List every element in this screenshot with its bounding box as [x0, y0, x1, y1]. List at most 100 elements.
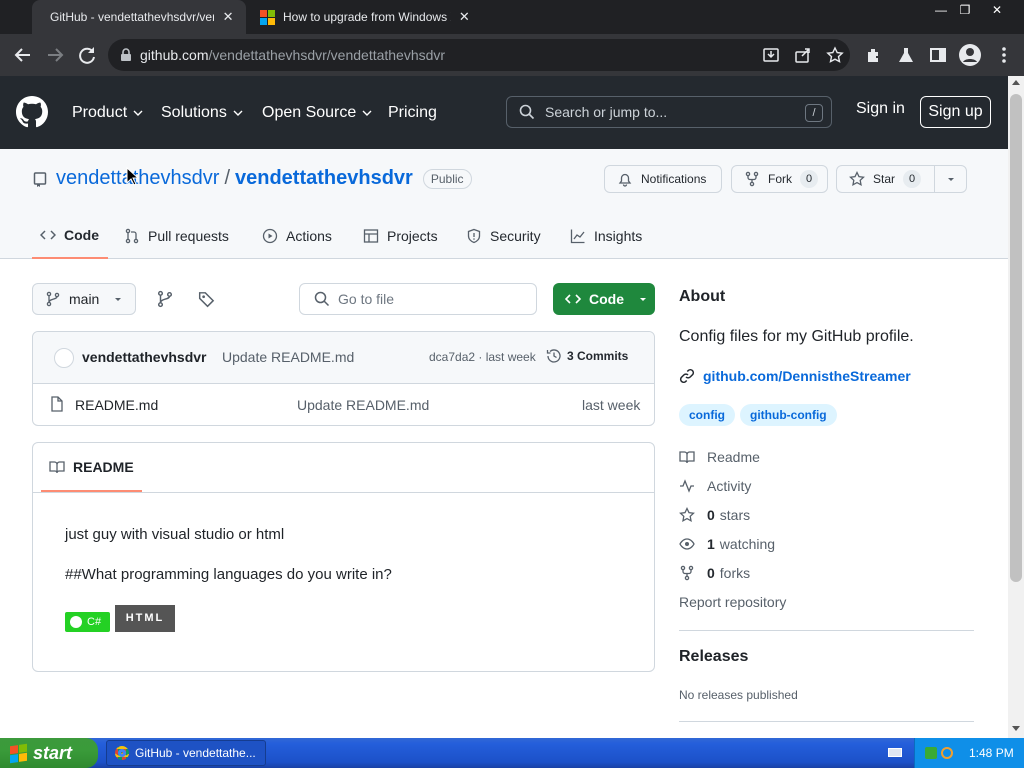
code-button[interactable]: Code [553, 283, 655, 315]
readme-tab[interactable]: README [41, 443, 142, 492]
topic-config[interactable]: config [679, 404, 735, 426]
vertical-scrollbar[interactable] [1008, 76, 1024, 738]
extensions-icon[interactable] [864, 45, 884, 65]
close-icon[interactable]: ✕ [457, 9, 472, 25]
tag-icon[interactable] [198, 290, 216, 308]
branches-icon[interactable] [156, 290, 174, 308]
close-icon[interactable]: ✕ [220, 9, 236, 25]
topic-github-config[interactable]: github-config [740, 404, 837, 426]
file-icon [51, 396, 63, 412]
link-icon [679, 368, 695, 384]
tab-github[interactable]: GitHub - vendettathevhsdvr/vendettathevh… [32, 0, 246, 34]
reload-icon[interactable] [76, 44, 98, 66]
search-input[interactable]: Search or jump to... / [506, 96, 832, 128]
sign-in-link[interactable]: Sign in [856, 100, 905, 118]
windows-flag-icon [10, 743, 27, 763]
tab-pull-requests[interactable]: Pull requests [124, 213, 229, 259]
start-button[interactable]: start [0, 738, 98, 768]
sidepanel-icon[interactable] [928, 45, 948, 65]
nav-open-source[interactable]: Open Source [262, 76, 372, 149]
repo-title: vendettathevhsdvr / vendettathevhsdvr Pu… [56, 167, 472, 190]
nav-solutions[interactable]: Solutions [161, 76, 243, 149]
repo-name-link[interactable]: vendettathevhsdvr [235, 167, 413, 190]
scroll-thumb[interactable] [1010, 94, 1022, 582]
search-icon[interactable] [941, 747, 953, 759]
book-icon [679, 451, 695, 464]
notifications-button[interactable]: Notifications [604, 165, 722, 193]
homepage-link[interactable]: github.com/DennistheStreamer [679, 368, 911, 384]
close-window-icon[interactable]: ✕ [984, 2, 1010, 18]
github-logo-icon[interactable] [16, 96, 48, 128]
file-commit-message[interactable]: Update README.md [297, 397, 429, 413]
chevron-down-icon [115, 298, 122, 301]
repo-separator: / [224, 167, 230, 189]
readme-line-1: just guy with visual studio or html [65, 526, 285, 543]
chevron-down-icon [640, 298, 646, 301]
address-bar[interactable]: github.com/vendettathevhsdvr/vendettathe… [108, 39, 850, 71]
tab-windows-upgrade[interactable]: How to upgrade from Windows XP to Window… [250, 0, 482, 34]
menu-kebab-icon[interactable] [994, 45, 1014, 65]
branch-name: main [69, 291, 100, 307]
restore-icon[interactable]: ❐ [952, 2, 978, 18]
activity-link[interactable]: Activity [679, 478, 751, 494]
tab-label: Insights [594, 228, 643, 244]
forks-link[interactable]: 0 forks [679, 565, 750, 581]
star-dropdown[interactable] [934, 166, 967, 192]
star-icon [849, 171, 865, 187]
html-badge[interactable]: HTML [115, 605, 175, 632]
releases-title[interactable]: Releases [679, 648, 748, 666]
star-bookmark-icon[interactable] [826, 46, 844, 64]
install-icon[interactable] [762, 46, 780, 64]
forward-icon[interactable] [44, 44, 66, 66]
browser-toolbar: github.com/vendettathevhsdvr/vendettathe… [0, 34, 1024, 76]
windows-logo-icon [260, 9, 275, 25]
tab-insights[interactable]: Insights [570, 213, 642, 259]
tab-label: Pull requests [148, 228, 229, 244]
stars-link[interactable]: 0 stars [679, 507, 750, 523]
report-repository-link[interactable]: Report repository [679, 594, 786, 610]
pull-request-icon [125, 228, 139, 244]
minimize-icon[interactable]: — [928, 2, 954, 18]
branch-select[interactable]: main [32, 283, 136, 315]
csharp-badge[interactable]: C# [65, 612, 110, 632]
watchers-link[interactable]: 1 watching [679, 536, 775, 552]
commit-hash-time[interactable]: dca7da2 · last week [429, 350, 536, 364]
nav-label: Product [72, 103, 128, 121]
readme-line-2: ##What programming languages do you writ… [65, 566, 392, 583]
back-icon[interactable] [12, 44, 34, 66]
nav-pricing[interactable]: Pricing [388, 76, 437, 149]
nav-label: Solutions [161, 103, 227, 121]
profile-avatar-icon[interactable] [958, 43, 982, 67]
share-icon[interactable] [794, 46, 812, 64]
sign-up-button[interactable]: Sign up [920, 96, 991, 128]
tab-code[interactable]: Code [32, 213, 108, 259]
star-button[interactable]: Star 0 [836, 165, 967, 193]
network-icon[interactable] [925, 747, 937, 759]
tab-security[interactable]: Security [466, 213, 541, 259]
avatar[interactable] [54, 348, 74, 368]
about-title: About [679, 288, 726, 305]
code-icon [40, 230, 56, 240]
search-icon [314, 291, 330, 307]
taskbar-item-chrome[interactable]: GitHub - vendettathe... [106, 740, 266, 766]
scroll-up-icon[interactable] [1012, 80, 1020, 85]
commits-link[interactable]: 3 Commits [546, 348, 628, 364]
keyboard-icon[interactable] [888, 748, 902, 757]
activity-label: Activity [707, 478, 752, 494]
commit-author[interactable]: vendettathevhsdvr [82, 349, 206, 365]
nav-product[interactable]: Product [72, 76, 143, 149]
fork-button[interactable]: Fork 0 [731, 165, 828, 193]
file-name[interactable]: README.md [75, 397, 158, 413]
labs-flask-icon[interactable] [896, 45, 916, 65]
tab-label: Actions [286, 228, 332, 244]
tab-actions[interactable]: Actions [262, 213, 332, 259]
scroll-down-icon[interactable] [1012, 726, 1020, 731]
readme-link[interactable]: Readme [679, 449, 760, 465]
tab-projects[interactable]: Projects [363, 213, 438, 259]
commit-message[interactable]: Update README.md [222, 349, 354, 365]
url-host: github.com [140, 47, 209, 63]
table-row[interactable]: README.md Update README.md last week [33, 384, 654, 425]
chevron-down-icon [948, 178, 954, 181]
go-to-file-input[interactable]: Go to file [299, 283, 537, 315]
start-label: start [33, 742, 73, 763]
